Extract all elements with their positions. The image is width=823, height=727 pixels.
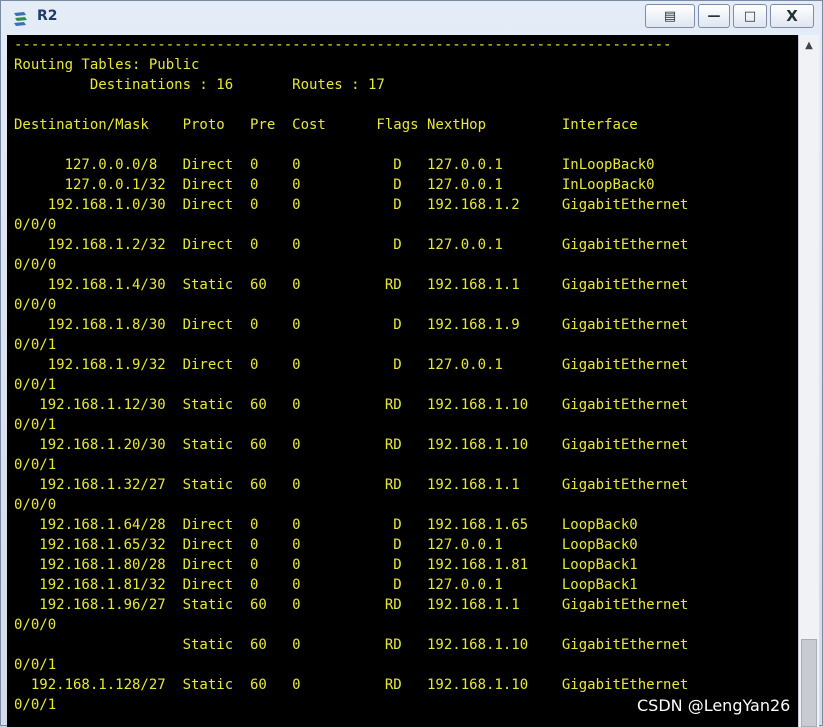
terminal-line: 0/0/0	[14, 497, 57, 513]
terminal-line: 0/0/1	[14, 697, 57, 713]
maximize-button[interactable]: □	[733, 4, 767, 28]
terminal-line: 0/0/1	[14, 417, 57, 433]
minimize-icon: —	[707, 8, 721, 24]
terminal-line: 0/0/1	[14, 377, 57, 393]
terminal-line: ----------------------------------------…	[14, 37, 672, 53]
close-button[interactable]: X	[770, 4, 814, 28]
terminal-line: 192.168.1.0/30 Direct 0 0 D 192.168.1.2 …	[14, 197, 689, 213]
terminal-line: 192.168.1.20/30 Static 60 0 RD 192.168.1…	[14, 437, 689, 453]
title-bar[interactable]: R2 ▤ — □ X	[1, 1, 823, 35]
terminal-line: 0/0/0	[14, 217, 57, 233]
terminal-line: 0/0/1	[14, 337, 57, 353]
terminal-line: Destination/Mask Proto Pre Cost Flags Ne…	[14, 117, 638, 133]
terminal-line: 0/0/1	[14, 457, 57, 473]
maximize-icon: □	[743, 8, 757, 24]
terminal-line: 192.168.1.4/30 Static 60 0 RD 192.168.1.…	[14, 277, 689, 293]
terminal-line: 127.0.0.0/8 Direct 0 0 D 127.0.0.1 InLoo…	[14, 157, 655, 173]
terminal-line: 192.168.1.128/27 Static 60 0 RD 192.168.…	[14, 677, 689, 693]
terminal-line: 192.168.1.80/28 Direct 0 0 D 192.168.1.8…	[14, 557, 638, 573]
terminal-line: 127.0.0.1/32 Direct 0 0 D 127.0.0.1 InLo…	[14, 177, 655, 193]
terminal-line: 0/0/1	[14, 657, 57, 673]
terminal-line: 0/0/0	[14, 297, 57, 313]
scrollbar-thumb[interactable]	[801, 639, 817, 727]
terminal-line: Routing Tables: Public	[14, 57, 200, 73]
minimize-button[interactable]: —	[698, 4, 730, 28]
grid-icon: ▤	[663, 8, 677, 24]
terminal-line: Static 60 0 RD 192.168.1.10 GigabitEther…	[14, 637, 689, 653]
terminal-line: 192.168.1.32/27 Static 60 0 RD 192.168.1…	[14, 477, 689, 493]
terminal-line: Destinations : 16 Routes : 17	[14, 77, 385, 93]
terminal-line: 192.168.1.2/32 Direct 0 0 D 127.0.0.1 Gi…	[14, 237, 689, 253]
terminal-line: 192.168.1.81/32 Direct 0 0 D 127.0.0.1 L…	[14, 577, 638, 593]
terminal-line: 192.168.1.9/32 Direct 0 0 D 127.0.0.1 Gi…	[14, 357, 689, 373]
toolbar-grid-button[interactable]: ▤	[645, 4, 695, 28]
vertical-scrollbar[interactable]: ▲	[798, 35, 819, 727]
terminal-window: R2 ▤ — □ X -----------------------------…	[0, 0, 823, 727]
terminal-line: 192.168.1.12/30 Static 60 0 RD 192.168.1…	[14, 397, 689, 413]
terminal-line: 0/0/0	[14, 257, 57, 273]
terminal-output[interactable]: ----------------------------------------…	[7, 35, 798, 727]
watermark: CSDN @LengYan26	[637, 696, 791, 715]
scroll-up-icon[interactable]: ▲	[799, 35, 819, 55]
close-icon: X	[786, 7, 798, 25]
window-title: R2	[37, 8, 58, 24]
terminal-line: 0/0/0	[14, 617, 57, 633]
router-app-icon	[11, 9, 31, 29]
terminal-line: 192.168.1.96/27 Static 60 0 RD 192.168.1…	[14, 597, 689, 613]
terminal-line: 192.168.1.64/28 Direct 0 0 D 192.168.1.6…	[14, 517, 638, 533]
terminal-line: 192.168.1.8/30 Direct 0 0 D 192.168.1.9 …	[14, 317, 689, 333]
terminal-line: 192.168.1.65/32 Direct 0 0 D 127.0.0.1 L…	[14, 537, 638, 553]
